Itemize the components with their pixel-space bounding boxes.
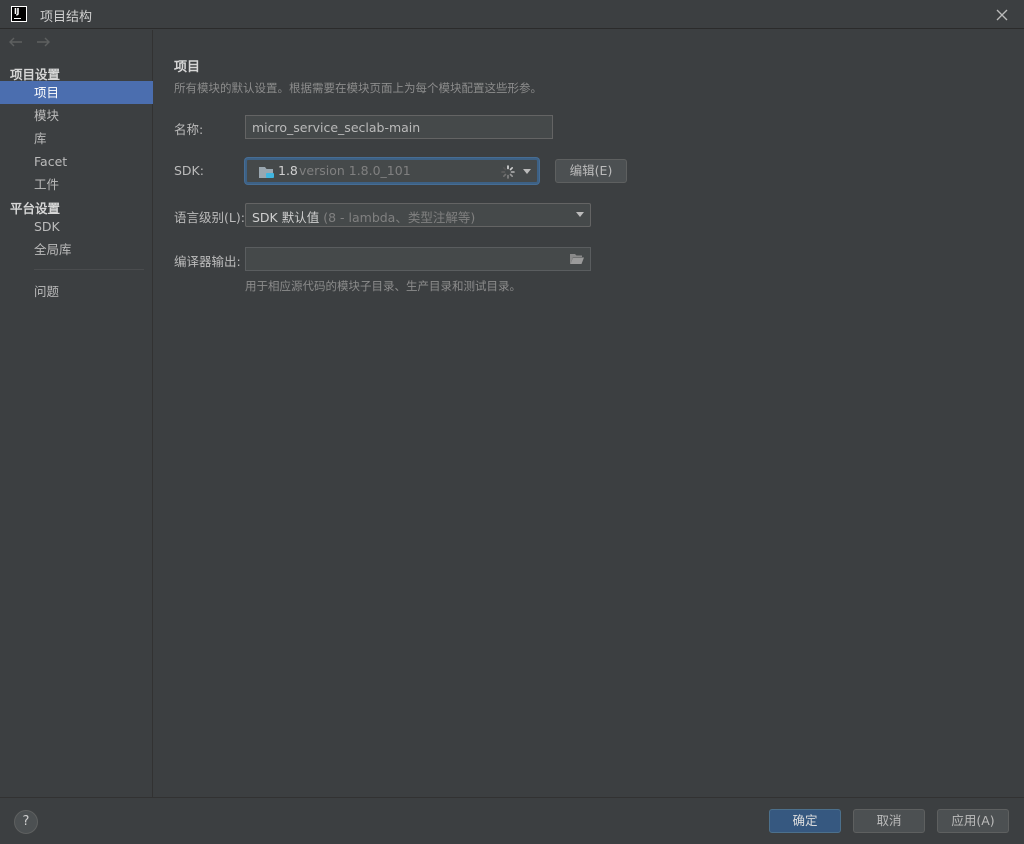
apply-button[interactable]: 应用(A): [937, 809, 1009, 833]
edit-sdk-button[interactable]: 编辑(E): [555, 159, 627, 183]
sidebar-item-sdk[interactable]: SDK: [0, 215, 153, 238]
project-name-input[interactable]: [245, 115, 553, 139]
chevron-down-icon: [576, 212, 584, 217]
browse-folder-icon[interactable]: [570, 253, 584, 265]
title-bar: IJ 项目结构: [0, 0, 1024, 29]
language-level-value: SDK 默认值: [252, 210, 320, 225]
sdk-name: 1.8: [278, 163, 298, 178]
compiler-output-label: 编译器输出:: [174, 254, 241, 269]
sidebar-item-problems[interactable]: 问题: [0, 280, 153, 303]
help-button[interactable]: ?: [14, 810, 38, 834]
logo-text: IJ: [14, 7, 19, 16]
ok-button[interactable]: 确定: [769, 809, 841, 833]
sidebar: 项目设置 项目 模块 库 Facet 工件 平台设置 SDK 全局库 问题: [0, 30, 153, 797]
sdk-label: SDK:: [174, 163, 204, 178]
language-level-combobox[interactable]: SDK 默认值 (8 - lambda、类型注解等): [245, 203, 591, 227]
page-title: 项目: [174, 60, 201, 75]
main-panel: 项目 所有模块的默认设置。根据需要在模块页面上为每个模块配置这些形参。 名称: …: [154, 30, 1024, 797]
sidebar-item-artifacts[interactable]: 工件: [0, 173, 153, 196]
cancel-button[interactable]: 取消: [853, 809, 925, 833]
sidebar-item-modules[interactable]: 模块: [0, 104, 153, 127]
window-title: 项目结构: [40, 10, 93, 25]
sidebar-divider: [34, 269, 144, 270]
sidebar-item-libraries[interactable]: 库: [0, 127, 153, 150]
sidebar-item-project[interactable]: 项目: [0, 81, 153, 104]
compiler-output-hint: 用于相应源代码的模块子目录、生产目录和测试目录。: [245, 279, 521, 293]
compiler-output-field[interactable]: [245, 247, 591, 271]
sidebar-item-facet[interactable]: Facet: [0, 150, 153, 173]
language-level-label: 语言级别(L):: [174, 210, 245, 225]
sdk-version: version 1.8.0_101: [299, 163, 411, 178]
nav-arrows: [7, 35, 57, 51]
sidebar-item-global-libraries[interactable]: 全局库: [0, 238, 153, 261]
close-icon[interactable]: [992, 5, 1012, 25]
intellij-logo-icon: IJ: [11, 6, 27, 22]
chevron-down-icon: [523, 169, 531, 174]
page-description: 所有模块的默认设置。根据需要在模块页面上为每个模块配置这些形参。: [174, 81, 542, 95]
sdk-folder-icon: [259, 166, 275, 179]
forward-arrow-icon[interactable]: [34, 35, 52, 49]
back-arrow-icon[interactable]: [7, 35, 25, 49]
loading-spinner-icon: [501, 165, 515, 179]
sdk-combobox[interactable]: 1.8 version 1.8.0_101: [245, 158, 539, 184]
name-label: 名称:: [174, 122, 204, 137]
dialog-footer: ? 确定 取消 应用(A): [0, 797, 1024, 844]
language-level-detail: (8 - lambda、类型注解等): [323, 210, 476, 225]
